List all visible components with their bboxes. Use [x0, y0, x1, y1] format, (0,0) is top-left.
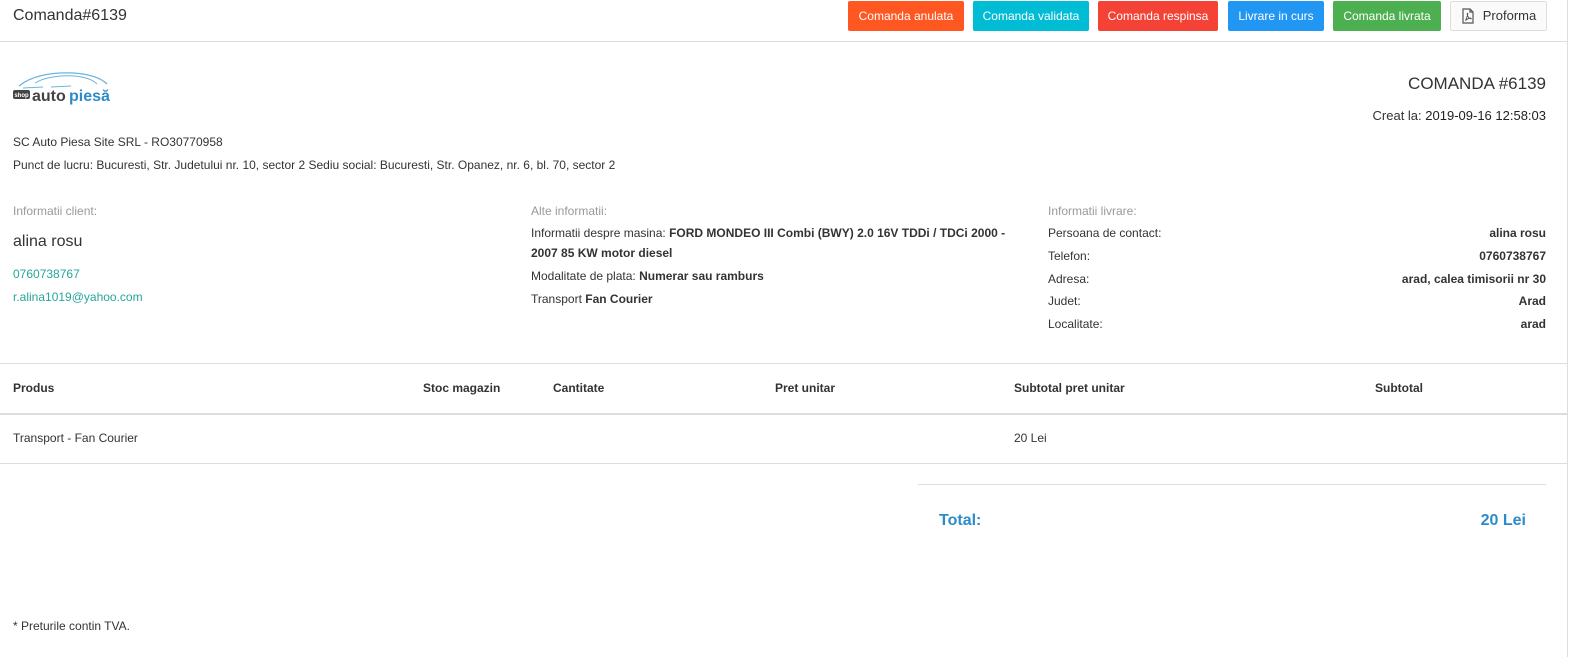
created-date: Creat la: 2019-09-16 12:58:03: [1373, 108, 1546, 123]
vat-footnote: * Preturile contin TVA.: [13, 619, 130, 633]
delivery-in-progress-button[interactable]: Livrare in curs: [1228, 1, 1324, 31]
transport-info: Transport Fan Courier: [531, 289, 1031, 309]
transport-value: Fan Courier: [585, 292, 653, 306]
payment-label: Modalitate de plata:: [531, 269, 636, 283]
car-info: Informatii despre masina: FORD MONDEO II…: [531, 223, 1031, 263]
total-label: Total:: [939, 512, 982, 529]
payment-value: Numerar sau ramburs: [639, 269, 764, 283]
delivery-address-value: arad, calea timisorii nr 30: [1401, 272, 1546, 286]
svg-text:auto: auto: [32, 88, 66, 105]
transport-label: Transport: [531, 292, 582, 306]
column-header-quantity: Cantitate: [553, 381, 605, 395]
delivery-address-label: Adresa:: [1048, 272, 1090, 286]
column-header-stock: Stoc magazin: [423, 381, 501, 395]
table-header-divider: [0, 413, 1568, 415]
table-cell-unit-subtotal: 20 Lei: [1014, 431, 1047, 445]
total-divider: [918, 484, 1546, 485]
delivery-contact-value: alina rosu: [1489, 226, 1546, 240]
invoice-title: COMANDA #6139: [1408, 74, 1546, 93]
proforma-button[interactable]: Proforma: [1450, 1, 1547, 31]
delivery-county-value: Arad: [1518, 294, 1546, 308]
company-name: SC Auto Piesa Site SRL - RO30770958: [13, 135, 223, 149]
column-header-unit-price: Pret unitar: [775, 381, 836, 395]
company-address: Punct de lucru: Bucuresti, Str. Judetulu…: [13, 158, 616, 172]
svg-text:shop: shop: [14, 93, 29, 99]
created-value: 2019-09-16 12:58:03: [1425, 108, 1546, 123]
order-header-bar: Comanda#6139 Comanda anulata Comanda val…: [0, 0, 1568, 42]
svg-text:piesă: piesă: [69, 88, 110, 105]
car-info-label: Informatii despre masina:: [531, 226, 666, 240]
column-header-unit-subtotal: Subtotal pret unitar: [1014, 381, 1125, 395]
total-value: 20 Lei: [1480, 512, 1526, 529]
delivery-locality-value: arad: [1520, 317, 1546, 331]
client-info-heading: Informatii client:: [13, 204, 98, 218]
delivery-phone-value: 0760738767: [1479, 249, 1546, 263]
order-delivered-button[interactable]: Comanda livrata: [1333, 1, 1441, 31]
table-top-divider: [0, 363, 1568, 364]
order-title: Comanda#6139: [13, 7, 127, 24]
order-validated-button[interactable]: Comanda validata: [973, 1, 1089, 31]
client-phone-link[interactable]: 0760738767: [13, 267, 80, 281]
client-name: alina rosu: [13, 233, 83, 250]
column-header-subtotal: Subtotal: [1375, 381, 1423, 395]
other-info-heading: Alte informatii:: [531, 204, 608, 218]
company-info: SC Auto Piesa Site SRL - RO30770958 Punc…: [13, 131, 615, 177]
delivery-locality-label: Localitate:: [1048, 317, 1103, 331]
client-email-link[interactable]: r.alina1019@yahoo.com: [13, 290, 143, 304]
page-right-border: [1567, 0, 1568, 657]
table-cell-product: Transport - Fan Courier: [13, 431, 138, 445]
created-label: Creat la:: [1372, 108, 1422, 123]
table-row-divider: [0, 463, 1568, 464]
delivery-info-heading: Informatii livrare:: [1048, 204, 1137, 218]
order-cancelled-button[interactable]: Comanda anulata: [848, 1, 964, 31]
proforma-label: Proforma: [1482, 8, 1537, 23]
delivery-contact-label: Persoana de contact:: [1048, 226, 1162, 240]
payment-info: Modalitate de plata: Numerar sau ramburs: [531, 266, 1031, 286]
autopiesa-logo: shop auto piesă: [13, 72, 110, 105]
pdf-icon: [1462, 7, 1474, 24]
delivery-county-label: Judet:: [1048, 294, 1081, 308]
order-rejected-button[interactable]: Comanda respinsa: [1098, 1, 1218, 31]
column-header-product: Produs: [13, 381, 55, 395]
delivery-phone-label: Telefon:: [1048, 249, 1091, 263]
